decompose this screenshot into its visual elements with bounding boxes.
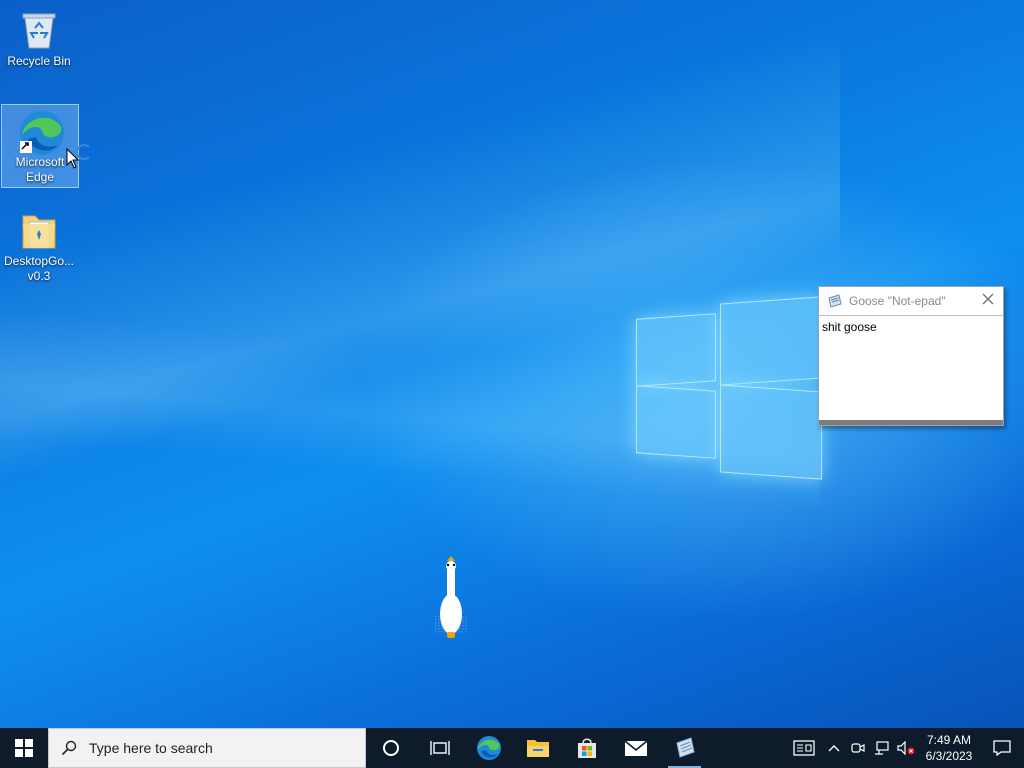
window-titlebar[interactable]: Goose "Not-epad" bbox=[819, 287, 1003, 316]
recycle-bin-icon bbox=[17, 8, 61, 52]
show-hidden-icons-button[interactable] bbox=[822, 728, 846, 768]
tray-volume-button[interactable] bbox=[894, 728, 918, 768]
search-icon bbox=[61, 740, 77, 756]
desktop-icon-label: DesktopGo... v0.3 bbox=[3, 254, 75, 283]
taskbar-clock[interactable]: 7:49 AM 6/3/2023 bbox=[918, 732, 980, 764]
cortana-icon bbox=[382, 740, 399, 756]
desktop-icon-label: Recycle Bin bbox=[7, 54, 71, 68]
close-button[interactable] bbox=[981, 293, 995, 307]
window-title: Goose "Not-epad" bbox=[849, 294, 946, 308]
desktop-icon-recycle-bin[interactable]: Recycle Bin bbox=[1, 4, 77, 69]
taskbar-file-explorer-button[interactable] bbox=[513, 728, 562, 768]
taskbar-goose-notepad-button[interactable] bbox=[660, 728, 709, 768]
edge-icon bbox=[18, 109, 64, 155]
taskbar: Type here to search 7:49 AM 6/3/2023 bbox=[0, 728, 1024, 768]
tray-meet-now-button[interactable] bbox=[846, 728, 870, 768]
taskbar-edge-button[interactable] bbox=[464, 728, 513, 768]
notepad-icon bbox=[828, 294, 842, 308]
cortana-button[interactable] bbox=[366, 728, 415, 768]
desktop-icon-microsoft-edge[interactable]: Microsoft Edge bbox=[1, 104, 79, 188]
notification-icon bbox=[993, 740, 1011, 756]
desktop[interactable]: Recycle Bin Microsoft Edge DesktopGo... … bbox=[0, 0, 1024, 728]
search-placeholder: Type here to search bbox=[89, 740, 213, 756]
notepad-text-area[interactable]: shit goose bbox=[819, 316, 1003, 420]
chevron-up-icon bbox=[828, 745, 840, 752]
edge-icon bbox=[476, 736, 501, 760]
goose-sprite[interactable] bbox=[432, 556, 470, 640]
tray-network-button[interactable] bbox=[870, 728, 894, 768]
taskbar-search-box[interactable]: Type here to search bbox=[48, 728, 366, 768]
start-button[interactable] bbox=[0, 728, 48, 768]
desktop-icon-desktopgoose-folder[interactable]: DesktopGo... v0.3 bbox=[1, 204, 77, 284]
clock-time: 7:49 AM bbox=[926, 733, 972, 747]
windows-logo-wallpaper bbox=[636, 288, 826, 480]
windows-start-icon bbox=[15, 739, 33, 757]
network-icon bbox=[875, 741, 889, 755]
clock-date: 6/3/2023 bbox=[925, 749, 973, 763]
goose-notepad-window[interactable]: Goose "Not-epad" shit goose bbox=[818, 286, 1004, 426]
folder-icon bbox=[17, 208, 61, 252]
taskbar-mail-button[interactable] bbox=[611, 728, 660, 768]
news-icon bbox=[793, 740, 815, 756]
file-explorer-icon bbox=[526, 740, 549, 757]
volume-muted-icon bbox=[897, 741, 915, 755]
taskbar-microsoft-store-button[interactable] bbox=[562, 728, 611, 768]
system-tray: 7:49 AM 6/3/2023 bbox=[786, 728, 1024, 768]
camera-icon bbox=[851, 743, 865, 753]
microsoft-store-icon bbox=[577, 738, 596, 758]
window-bottom-edge bbox=[819, 420, 1003, 425]
task-view-icon bbox=[429, 741, 450, 755]
tray-news-button[interactable] bbox=[786, 728, 822, 768]
mail-icon bbox=[623, 740, 648, 756]
busy-spinner-icon bbox=[76, 144, 92, 160]
notepad-icon bbox=[675, 737, 695, 758]
action-center-button[interactable] bbox=[980, 728, 1024, 768]
close-icon bbox=[982, 293, 994, 305]
task-view-button[interactable] bbox=[415, 728, 464, 768]
